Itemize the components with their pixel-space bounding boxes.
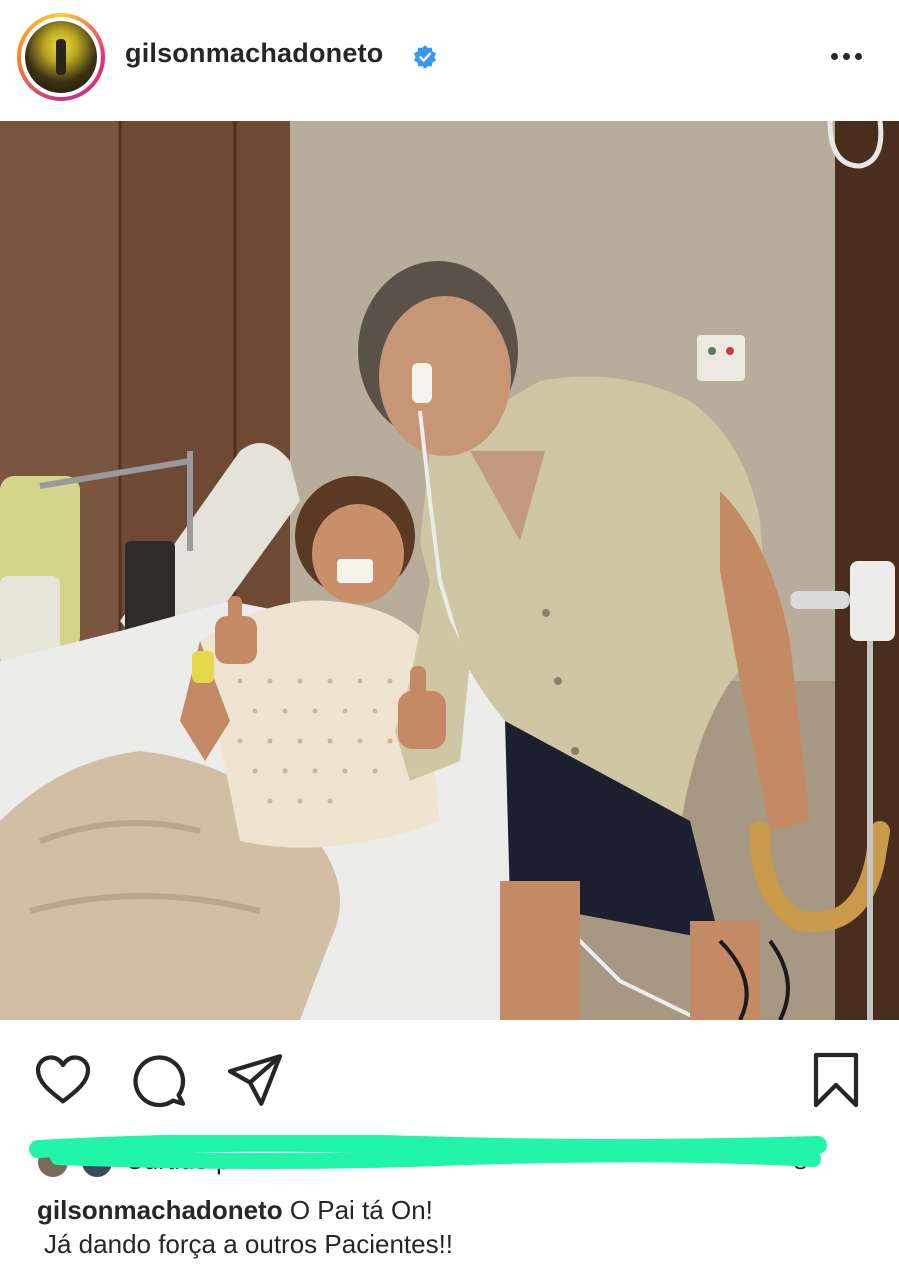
- more-dot: [854, 52, 862, 60]
- heart-icon: [35, 1055, 91, 1104]
- post-caption: gilsonmachadoneto O Pai tá On! Já dando …: [37, 1193, 877, 1261]
- comment-button[interactable]: [128, 1050, 188, 1110]
- more-dot: [830, 52, 838, 60]
- save-button[interactable]: [806, 1050, 866, 1110]
- like-button[interactable]: [33, 1050, 93, 1110]
- caption-username[interactable]: gilsonmachadoneto: [37, 1195, 283, 1225]
- post-actions: [0, 1020, 899, 1135]
- comment-icon: [133, 1055, 186, 1108]
- more-options-button[interactable]: [822, 36, 870, 76]
- caption-line1: O Pai tá On!: [289, 1195, 433, 1225]
- caption-line2: Já dando força a outros Pacientes!!: [44, 1229, 454, 1259]
- post-photo[interactable]: [0, 121, 899, 1020]
- hospital-photo: [0, 121, 899, 1020]
- post-username[interactable]: gilsonmachadoneto: [125, 38, 383, 69]
- avatar[interactable]: [25, 21, 97, 93]
- story-ring[interactable]: [17, 13, 105, 101]
- send-icon: [227, 1054, 283, 1106]
- verified-badge-icon: [413, 45, 437, 69]
- avatar-gap: [21, 17, 101, 97]
- avatar-figure: [56, 39, 66, 75]
- redaction-scribble: [29, 1135, 827, 1169]
- post-header: gilsonmachadoneto: [0, 0, 899, 121]
- bookmark-icon: [813, 1052, 859, 1108]
- share-button[interactable]: [225, 1050, 285, 1110]
- more-dot: [842, 52, 850, 60]
